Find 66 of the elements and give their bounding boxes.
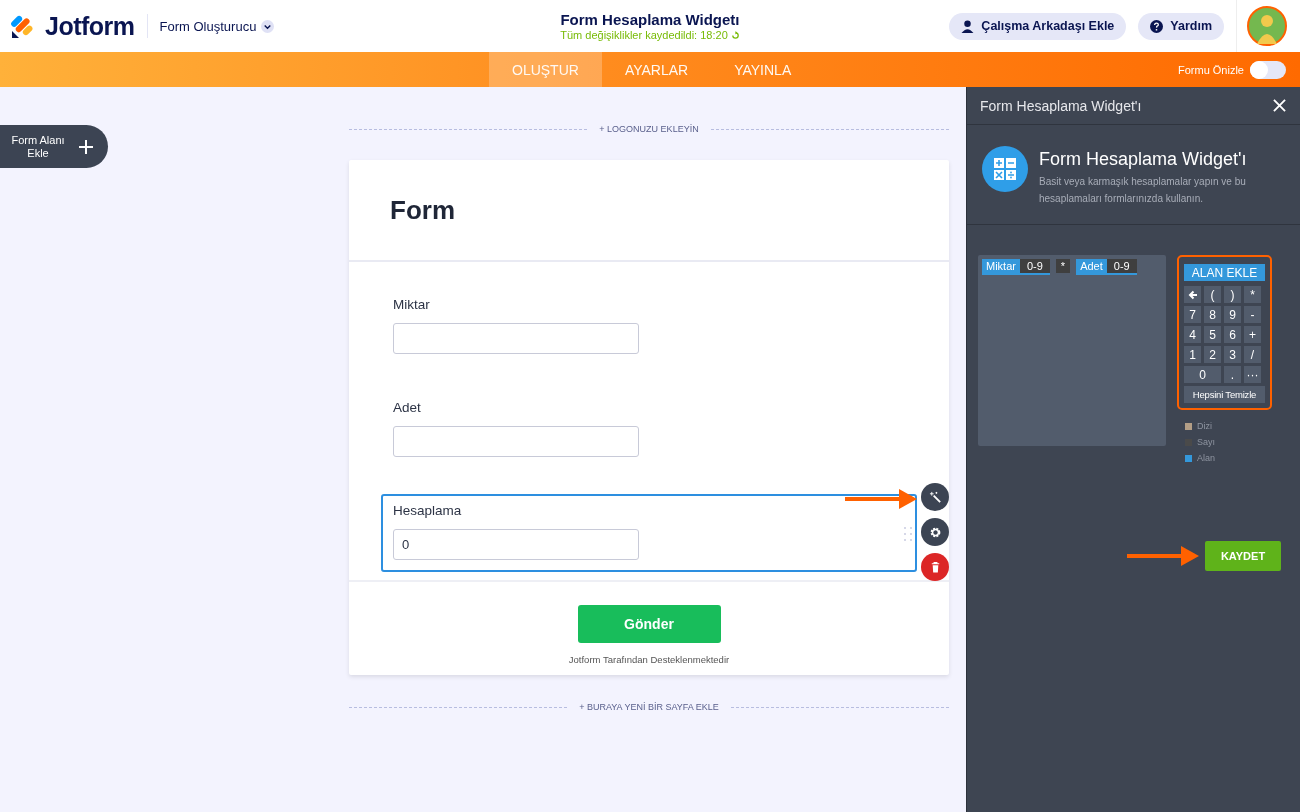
save-status: Tüm değişiklikler kaydedildi: 18:20 — [560, 29, 728, 41]
legend-label: Alan — [1197, 453, 1215, 463]
field-token[interactable]: Miktar 0-9 — [982, 259, 1050, 275]
input-field[interactable] — [393, 426, 639, 457]
calculator-key[interactable]: . — [1224, 366, 1241, 383]
calculator-key[interactable]: * — [1244, 286, 1261, 303]
wand-button[interactable] — [921, 483, 949, 511]
preview-label: Formu Önizle — [1177, 63, 1244, 76]
avatar[interactable] — [1247, 6, 1287, 46]
field-label: Hesaplama — [393, 503, 463, 518]
input-field[interactable] — [393, 323, 639, 354]
logo-text[interactable]: Jotform — [45, 11, 135, 41]
delete-button[interactable] — [921, 553, 949, 581]
legend-label: Dizi — [1197, 421, 1212, 431]
help-icon — [1150, 19, 1164, 33]
add-logo-link[interactable]: + LOGONUZU EKLEYİN — [599, 124, 699, 134]
builder-menu[interactable]: Form Oluşturucu — [159, 18, 275, 34]
calculator-key[interactable]: 5 — [1204, 326, 1221, 343]
field-label: Miktar — [393, 297, 431, 312]
calculator-key[interactable]: ) — [1224, 286, 1241, 303]
calculator-key[interactable]: 2 — [1204, 346, 1221, 363]
arrow-drawing — [845, 489, 917, 509]
plus-icon — [78, 138, 94, 155]
chevron-icon — [261, 19, 275, 33]
form-heading: Form — [390, 194, 455, 226]
calculator-key[interactable]: 6 — [1224, 326, 1241, 343]
calculator-key[interactable]: 1 — [1184, 346, 1201, 363]
settings-button[interactable] — [921, 518, 949, 546]
arrow-drawing — [1127, 546, 1199, 566]
operator-token[interactable]: * — [1055, 259, 1071, 273]
calculator-key[interactable]: 3 — [1224, 346, 1241, 363]
calculator-key[interactable]: 9 — [1224, 306, 1241, 323]
powered-by-text: Jotform Tarafından Desteklenmektedir — [567, 654, 731, 665]
drag-handle-icon[interactable] — [904, 526, 912, 542]
calculator-icon — [982, 146, 1028, 192]
calculator-key[interactable]: ( — [1204, 286, 1221, 303]
calculator-key[interactable]: 0 — [1184, 366, 1221, 383]
calculator-key[interactable]: 4 — [1184, 326, 1201, 343]
calculator-key[interactable]: / — [1244, 346, 1261, 363]
calculator-key[interactable]: - — [1244, 306, 1261, 323]
back-arrow-icon — [1187, 289, 1198, 300]
calculator-key[interactable]: ··· — [1244, 366, 1261, 383]
refresh-icon[interactable] — [730, 30, 740, 40]
legend-label: Sayı — [1197, 437, 1215, 447]
add-field-button[interactable]: Form Alanı Ekle — [0, 125, 108, 168]
header-button[interactable]: Yardım — [1138, 12, 1224, 40]
expression-area[interactable]: Miktar 0-9 * Adet 0-9 — [978, 255, 1166, 446]
close-icon[interactable] — [1273, 99, 1286, 112]
widget-name: Form Hesaplama Widget'ı — [1039, 149, 1248, 170]
settings-icon — [928, 525, 942, 539]
wand-icon — [928, 490, 942, 504]
backspace-key[interactable] — [1184, 286, 1201, 303]
preview-toggle[interactable] — [1250, 60, 1286, 79]
widget-description: Basit veya karmaşık hesaplamalar yapın ve bu hesaplamaları formlarınızda kullanın. — [1039, 175, 1247, 206]
clear-all-key[interactable]: Hepsini Temizle — [1184, 386, 1265, 403]
panel-title: Form Hesaplama Widget'ı — [980, 97, 1142, 114]
form-title: Form Hesaplama Widgetı — [560, 11, 740, 28]
person-icon — [961, 19, 975, 33]
header-button[interactable]: Çalışma Arkadaşı Ekle — [949, 12, 1127, 40]
calculator-key[interactable]: 8 — [1204, 306, 1221, 323]
field-label: Adet — [393, 400, 422, 415]
input-field[interactable]: 0 — [393, 529, 639, 560]
calculator-key[interactable]: + — [1244, 326, 1261, 343]
field-token[interactable]: Adet 0-9 — [1076, 259, 1137, 275]
calculator-key[interactable]: 7 — [1184, 306, 1201, 323]
add-page-link[interactable]: + BURAYA YENİ BİR SAYFA EKLE — [579, 702, 719, 712]
